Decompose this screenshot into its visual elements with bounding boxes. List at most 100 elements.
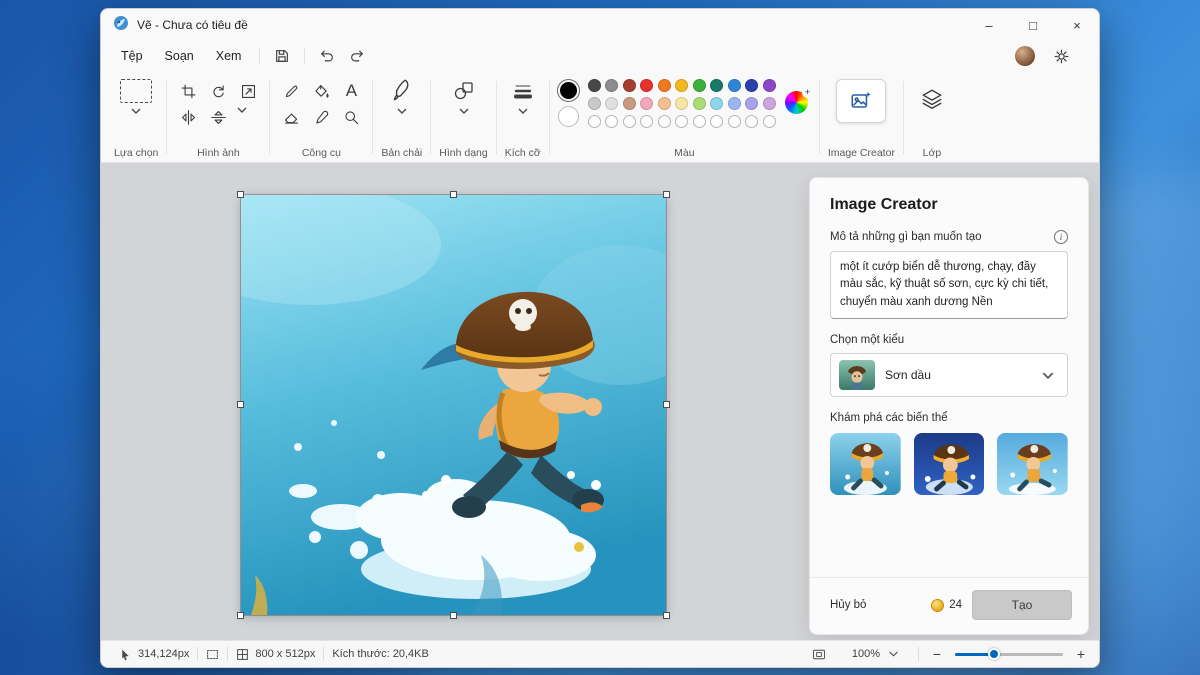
- color-swatch[interactable]: [588, 97, 601, 110]
- resize-tool[interactable]: [235, 79, 261, 103]
- color-swatch[interactable]: [658, 97, 671, 110]
- panel-title: Image Creator: [830, 196, 1068, 214]
- cancel-button[interactable]: Hủy bỏ: [830, 599, 866, 611]
- color-swatch[interactable]: [728, 97, 741, 110]
- eyedropper-tool[interactable]: [308, 105, 334, 129]
- rotate-tool[interactable]: [205, 79, 231, 103]
- color-swatch[interactable]: [623, 79, 636, 92]
- color-swatch[interactable]: [710, 115, 723, 128]
- color-swatch[interactable]: [640, 79, 653, 92]
- undo-button[interactable]: [313, 44, 341, 68]
- color-swatch[interactable]: [623, 97, 636, 110]
- account-avatar[interactable]: [1015, 46, 1035, 66]
- selection-tool[interactable]: [120, 79, 152, 103]
- color-swatch[interactable]: [588, 79, 601, 92]
- zoom-slider[interactable]: [955, 648, 1063, 660]
- color-swatch[interactable]: [605, 79, 618, 92]
- selection-handle[interactable]: [237, 401, 244, 408]
- flip-vertical-tool[interactable]: [205, 105, 231, 129]
- close-button[interactable]: ×: [1055, 9, 1099, 41]
- color-swatch[interactable]: [728, 115, 741, 128]
- credits-count: 24: [949, 599, 962, 611]
- group-label-tools: Công cụ: [302, 147, 341, 159]
- selection-handle[interactable]: [237, 612, 244, 619]
- image-creator-button[interactable]: [836, 79, 886, 123]
- selection-handle[interactable]: [450, 612, 457, 619]
- chevron-down-icon[interactable]: [395, 106, 409, 115]
- maximize-button[interactable]: □: [1011, 9, 1055, 41]
- selection-handle[interactable]: [663, 191, 670, 198]
- selection-handle[interactable]: [663, 612, 670, 619]
- color-swatch[interactable]: [745, 97, 758, 110]
- menu-edit[interactable]: Soạn: [155, 45, 204, 67]
- color-swatch[interactable]: [640, 115, 653, 128]
- plus-icon: +: [802, 87, 813, 98]
- color-swatch[interactable]: [710, 79, 723, 92]
- group-label-image: Hình ảnh: [197, 147, 240, 159]
- variant-thumbnail-3[interactable]: [997, 433, 1068, 495]
- text-tool[interactable]: A: [338, 79, 364, 103]
- color-swatch[interactable]: [693, 97, 706, 110]
- flip-horizontal-tool[interactable]: [175, 105, 201, 129]
- eraser-tool[interactable]: [278, 105, 304, 129]
- zoom-slider-thumb[interactable]: [988, 648, 1000, 660]
- color-swatch[interactable]: [710, 97, 723, 110]
- minimize-button[interactable]: –: [967, 9, 1011, 41]
- color-swatch[interactable]: [728, 79, 741, 92]
- zoom-in-button[interactable]: +: [1073, 646, 1089, 662]
- variant-thumbnail-1[interactable]: [830, 433, 901, 495]
- chevron-down-icon[interactable]: [457, 106, 471, 115]
- color-swatch[interactable]: [763, 79, 776, 92]
- color-swatch[interactable]: [658, 79, 671, 92]
- fit-to-screen-button[interactable]: [804, 648, 834, 661]
- magnifier-tool[interactable]: [338, 105, 364, 129]
- selection-handle[interactable]: [663, 401, 670, 408]
- menu-file[interactable]: Tệp: [111, 45, 153, 67]
- chevron-down-icon[interactable]: [516, 106, 530, 115]
- divider: [903, 81, 904, 154]
- color-swatch[interactable]: [745, 115, 758, 128]
- pencil-tool[interactable]: [278, 79, 304, 103]
- chevron-down-icon[interactable]: [235, 105, 249, 114]
- color-swatch[interactable]: [745, 79, 758, 92]
- shapes-tool[interactable]: [451, 79, 477, 103]
- settings-gear-icon[interactable]: [1047, 44, 1075, 68]
- variant-thumbnail-2[interactable]: [914, 433, 985, 495]
- zoom-level-dropdown[interactable]: 100%: [844, 648, 908, 660]
- primary-color-swatch[interactable]: [558, 80, 579, 101]
- brush-tool[interactable]: [389, 79, 415, 103]
- crop-tool[interactable]: [175, 79, 201, 103]
- selection-handle[interactable]: [450, 191, 457, 198]
- color-palette-row: [588, 115, 776, 128]
- color-swatch[interactable]: [675, 115, 688, 128]
- edit-colors-button[interactable]: +: [785, 91, 811, 117]
- zoom-level-value: 100%: [852, 648, 880, 660]
- prompt-textarea[interactable]: một ít cướp biển dễ thương, chạy, đầy mà…: [830, 251, 1068, 319]
- color-swatch[interactable]: [623, 115, 636, 128]
- layers-button[interactable]: [912, 79, 952, 119]
- color-swatch[interactable]: [588, 115, 601, 128]
- color-swatch[interactable]: [675, 97, 688, 110]
- color-swatch[interactable]: [763, 115, 776, 128]
- menu-view[interactable]: Xem: [206, 45, 252, 67]
- chevron-down-icon[interactable]: [129, 106, 143, 115]
- color-swatch[interactable]: [675, 79, 688, 92]
- canvas-image-selection[interactable]: [241, 195, 666, 615]
- color-swatch[interactable]: [605, 115, 618, 128]
- save-button[interactable]: [268, 44, 296, 68]
- secondary-color-swatch[interactable]: [558, 106, 579, 127]
- stroke-size-tool[interactable]: [510, 79, 536, 103]
- info-icon[interactable]: i: [1054, 230, 1068, 244]
- color-swatch[interactable]: [640, 97, 653, 110]
- color-swatch[interactable]: [763, 97, 776, 110]
- zoom-out-button[interactable]: −: [929, 646, 945, 662]
- style-dropdown[interactable]: Sơn dầu: [830, 353, 1068, 397]
- color-swatch[interactable]: [693, 79, 706, 92]
- create-button[interactable]: Tạo: [972, 590, 1072, 620]
- fill-tool[interactable]: [308, 79, 334, 103]
- color-swatch[interactable]: [658, 115, 671, 128]
- selection-handle[interactable]: [237, 191, 244, 198]
- redo-button[interactable]: [343, 44, 371, 68]
- color-swatch[interactable]: [605, 97, 618, 110]
- color-swatch[interactable]: [693, 115, 706, 128]
